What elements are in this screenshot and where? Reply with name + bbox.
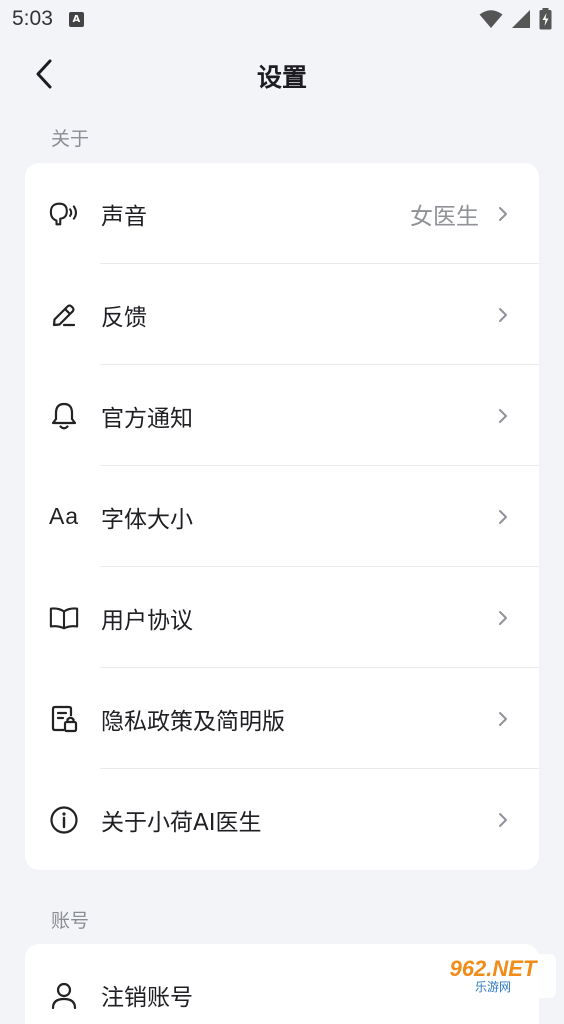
info-icon bbox=[49, 805, 79, 835]
status-left: 5:03 A bbox=[12, 7, 84, 31]
watermark-bottom-text: 乐游网 bbox=[474, 980, 511, 994]
settings-row-label: 官方通知 bbox=[101, 405, 193, 432]
settings-row-label: 关于小荷AI医生 bbox=[101, 809, 262, 836]
settings-row-official-notice[interactable]: 官方通知 bbox=[25, 365, 539, 466]
header: 设置 bbox=[0, 44, 564, 104]
settings-row-user-agreement[interactable]: 用户协议 bbox=[25, 567, 539, 668]
chevron-right-icon bbox=[499, 812, 507, 827]
chevron-right-icon bbox=[499, 610, 507, 625]
voice-icon bbox=[49, 199, 79, 229]
font-size-icon: Aa bbox=[49, 502, 79, 532]
privacy-doc-lock-icon bbox=[49, 704, 79, 734]
user-icon bbox=[49, 980, 79, 1010]
settings-row-voice[interactable]: 声音 女医生 bbox=[25, 163, 539, 264]
watermark-logo: 962.NET 乐游网 bbox=[430, 954, 556, 998]
voice-value: 女医生 bbox=[410, 203, 479, 230]
battery-charging-icon bbox=[539, 8, 552, 30]
chevron-right-icon bbox=[499, 711, 507, 726]
chevron-right-icon bbox=[499, 408, 507, 423]
settings-row-privacy-policy[interactable]: 隐私政策及简明版 bbox=[25, 668, 539, 769]
book-icon bbox=[49, 603, 79, 633]
section-label-account: 账号 bbox=[51, 910, 90, 932]
chevron-right-icon bbox=[499, 206, 507, 221]
signal-icon bbox=[512, 10, 530, 28]
page-title: 设置 bbox=[256, 63, 307, 92]
settings-row-label: 字体大小 bbox=[101, 506, 193, 533]
about-settings-card: 声音 女医生 反馈 官方通知 Aa 字体大小 用户协议 隐私政策及简明版 关于小… bbox=[25, 163, 539, 870]
settings-row-label: 用户协议 bbox=[101, 607, 193, 634]
settings-row-label: 声音 bbox=[101, 203, 147, 230]
chevron-right-icon bbox=[499, 509, 507, 524]
settings-row-about-app[interactable]: 关于小荷AI医生 bbox=[25, 769, 539, 870]
wifi-icon bbox=[479, 10, 503, 28]
status-right bbox=[479, 8, 552, 30]
pencil-icon bbox=[49, 300, 79, 330]
section-label-about: 关于 bbox=[51, 128, 90, 150]
status-bar: 5:03 A bbox=[0, 0, 564, 38]
chevron-right-icon bbox=[499, 307, 507, 322]
status-time: 5:03 bbox=[12, 7, 53, 30]
settings-row-font-size[interactable]: Aa 字体大小 bbox=[25, 466, 539, 567]
settings-row-label: 注销账号 bbox=[101, 984, 193, 1011]
settings-row-feedback[interactable]: 反馈 bbox=[25, 264, 539, 365]
font-size-icon-text: Aa bbox=[48, 503, 80, 529]
bell-icon bbox=[49, 401, 79, 431]
settings-row-label: 隐私政策及简明版 bbox=[101, 708, 285, 735]
notification-a-icon: A bbox=[68, 11, 84, 27]
watermark-top-text: 962.NET bbox=[449, 956, 537, 981]
settings-row-label: 反馈 bbox=[101, 304, 147, 331]
